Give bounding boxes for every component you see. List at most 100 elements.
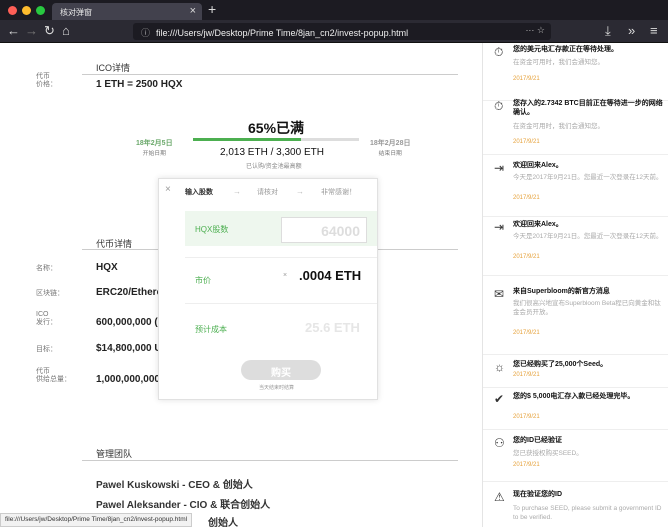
team-member: Pawel Aleksander - CIO & 联合创始人	[96, 500, 271, 511]
token-target-value: $14,800,000 U	[96, 343, 162, 354]
forward-arrow-icon[interactable]: →	[25, 23, 38, 38]
notification-body: 今天是2017年9月21日。您最近一次登录在12天前。	[513, 174, 663, 181]
start-date-value: 18年2月5日	[136, 140, 173, 147]
notification-title: 您已经购买了25,000个Seed。	[513, 361, 608, 368]
info-icon[interactable]: ⓘ	[141, 28, 150, 38]
close-icon[interactable]: ×	[165, 184, 171, 195]
page-actions-icon[interactable]: ··· ☆	[525, 25, 545, 36]
notification-item[interactable]: ☼ 您已经购买了25,000个Seed。 2017/9/21	[483, 358, 668, 388]
ico-progress-bar	[193, 138, 359, 141]
token-target-label: 目标：	[36, 346, 57, 353]
notification-title: 欢迎回来Alex。	[513, 221, 563, 228]
ico-price-value: 1 ETH = 2500 HQX	[96, 79, 183, 90]
notification-item[interactable]: ⚠ 现在验证您的ID To purchase SEED, please subm…	[483, 488, 668, 527]
ico-price-label: 代币 价格：	[36, 73, 57, 88]
url-bar[interactable]: ⓘ file:///Users/jw/Desktop/Prime Time/8ja…	[133, 23, 551, 40]
notification-title: 您的美元电汇存款正在等待处理。	[513, 46, 618, 53]
home-icon[interactable]: ⌂	[62, 23, 70, 38]
notification-body: To purchase SEED, please submit a govern…	[513, 505, 662, 521]
divider	[82, 74, 458, 75]
notification-title: 您的$ 5,000电汇存入款已经处理完毕。	[513, 393, 635, 400]
step-thanks: 非常感谢！	[321, 189, 356, 196]
arrow-right-icon: →	[296, 187, 304, 196]
divider	[185, 303, 377, 304]
back-arrow-icon[interactable]: ←	[7, 23, 20, 38]
step-review: 请核对	[257, 189, 278, 196]
notification-title: 现在验证您的ID	[513, 491, 562, 498]
main-panel: ICO详情 代币 价格： 1 ETH = 2500 HQX 65%已满 18年2…	[0, 43, 482, 527]
notification-item[interactable]: ⏱ 您的美元电汇存款正在等待处理。 在资金可用时，我们会通知您。 2017/9/…	[483, 43, 668, 101]
buy-button[interactable]: 购买	[241, 360, 321, 380]
arrow-right-icon: →	[233, 187, 241, 196]
minimize-window-button[interactable]	[22, 6, 31, 15]
raised-amount: 2,013 ETH / 3,300 ETH	[220, 147, 324, 158]
mail-icon: ✉	[494, 287, 505, 301]
start-date-label: 开始日期	[142, 151, 166, 157]
page-content: ICO详情 代币 价格： 1 ETH = 2500 HQX 65%已满 18年2…	[0, 43, 668, 527]
end-date-label: 结束日期	[378, 151, 402, 157]
shares-input[interactable]: 64000	[281, 217, 367, 243]
notification-item[interactable]: ✔ 您的$ 5,000电汇存入款已经处理完毕。 2017/9/21	[483, 390, 668, 430]
team-section-title: 管理团队	[96, 449, 133, 459]
browser-titlebar: 核对弹窗 × +	[0, 0, 668, 20]
team-member: Pawel Kuskowski - CEO & 创始人	[96, 480, 253, 491]
notification-body: 今天是2017年9月21日。您最近一次登录在12天前。	[513, 233, 663, 240]
notification-date: 2017/9/21	[513, 195, 540, 201]
warning-icon: ⚠	[494, 490, 505, 504]
notification-date: 2017/9/21	[513, 254, 540, 260]
notification-item[interactable]: ⇥ 欢迎回来Alex。 今天是2017年9月21日。您最近一次登录在12天前。 …	[483, 159, 668, 217]
tab-close-icon[interactable]: ×	[190, 5, 196, 17]
maximize-window-button[interactable]	[36, 6, 45, 15]
token-issue-label: ICO 发行：	[36, 311, 57, 326]
stopwatch-icon: ⏱	[494, 45, 504, 59]
browser-tab[interactable]: 核对弹窗 ×	[52, 3, 202, 20]
sun-icon: ☼	[494, 360, 505, 374]
token-issue-value: 600,000,000 (	[96, 317, 158, 328]
multiply-icon: ×	[283, 272, 288, 279]
notification-item[interactable]: ✉ 来自Superbloom的新官方消息 我们很高兴地宣布Superbloom …	[483, 285, 668, 355]
notification-item[interactable]: ⇥ 欢迎回来Alex。 今天是2017年9月21日。您最近一次登录在12天前。 …	[483, 218, 668, 276]
login-icon: ⇥	[494, 161, 505, 175]
check-circle-icon: ✔	[494, 392, 505, 406]
new-tab-button[interactable]: +	[208, 1, 216, 17]
notification-date: 2017/9/21	[513, 372, 540, 378]
login-icon: ⇥	[494, 220, 505, 234]
notification-title: 您的ID已经验证	[513, 437, 562, 444]
notification-date: 2017/9/21	[513, 139, 540, 145]
notification-date: 2017/9/21	[513, 76, 540, 82]
notification-item[interactable]: ⏱ 您存入的2.7342 BTC目前正在等待进一步的网络确认。 在资金可用时，我…	[483, 97, 668, 155]
cost-value: 25.6 ETH	[305, 320, 360, 335]
cost-label: 预计成本	[195, 325, 227, 334]
raised-caption: 已认购/资金池最高额	[246, 164, 302, 170]
reload-icon[interactable]: ↻	[44, 23, 55, 39]
notification-title: 来自Superbloom的新官方消息	[513, 288, 610, 295]
end-date-value: 18年2月28日	[370, 140, 411, 147]
invest-popup: × 输入股数 → 请核对 → 非常感谢！ HQX股数 64000 市价 × .0…	[158, 178, 378, 400]
start-date: 18年2月5日 开始日期	[136, 138, 173, 157]
notification-date: 2017/9/21	[513, 414, 540, 420]
notification-item[interactable]: ⚇ 您的ID已经验证 您已获授权购买SEED。 2017/9/21	[483, 434, 668, 482]
settlement-note: 当天结束时结算	[259, 385, 295, 391]
shares-label: HQX股数	[195, 225, 229, 234]
url-text: file:///Users/jw/Desktop/Prime Time/8jan…	[156, 28, 409, 38]
token-supply-value: 1,000,000,000	[96, 374, 160, 385]
downloads-icon[interactable]: ⤓	[605, 23, 611, 39]
ico-section-title: ICO详情	[96, 63, 131, 73]
ico-progress-fill	[193, 138, 301, 141]
close-window-button[interactable]	[8, 6, 17, 15]
notification-date: 2017/9/21	[513, 330, 540, 336]
percent-full: 65%已满	[248, 120, 305, 136]
menu-icon[interactable]: ≡	[650, 23, 658, 38]
user-check-icon: ⚇	[494, 436, 505, 450]
token-name-value: HQX	[96, 262, 118, 273]
stopwatch-icon: ⏱	[494, 99, 504, 113]
overflow-icon[interactable]: »	[628, 23, 635, 38]
notifications-sidebar[interactable]: ⏱ 您的美元电汇存款正在等待处理。 在资金可用时，我们会通知您。 2017/9/…	[482, 43, 668, 527]
token-chain-label: 区块链：	[36, 290, 64, 297]
notification-body: 我们很高兴地宣布Superbloom Beta程已向黄金和钛金会员开放。	[513, 300, 661, 316]
status-bar: file:///Users/jw/Desktop/Prime Time/8jan…	[0, 513, 193, 527]
notification-body: 在资金可用时，我们会通知您。	[513, 123, 604, 130]
notification-body: 在资金可用时，我们会通知您。	[513, 59, 604, 66]
divider	[185, 257, 377, 258]
browser-navbar: ← → ↻ ⌂ ⓘ file:///Users/jw/Desktop/Prime …	[0, 20, 668, 43]
